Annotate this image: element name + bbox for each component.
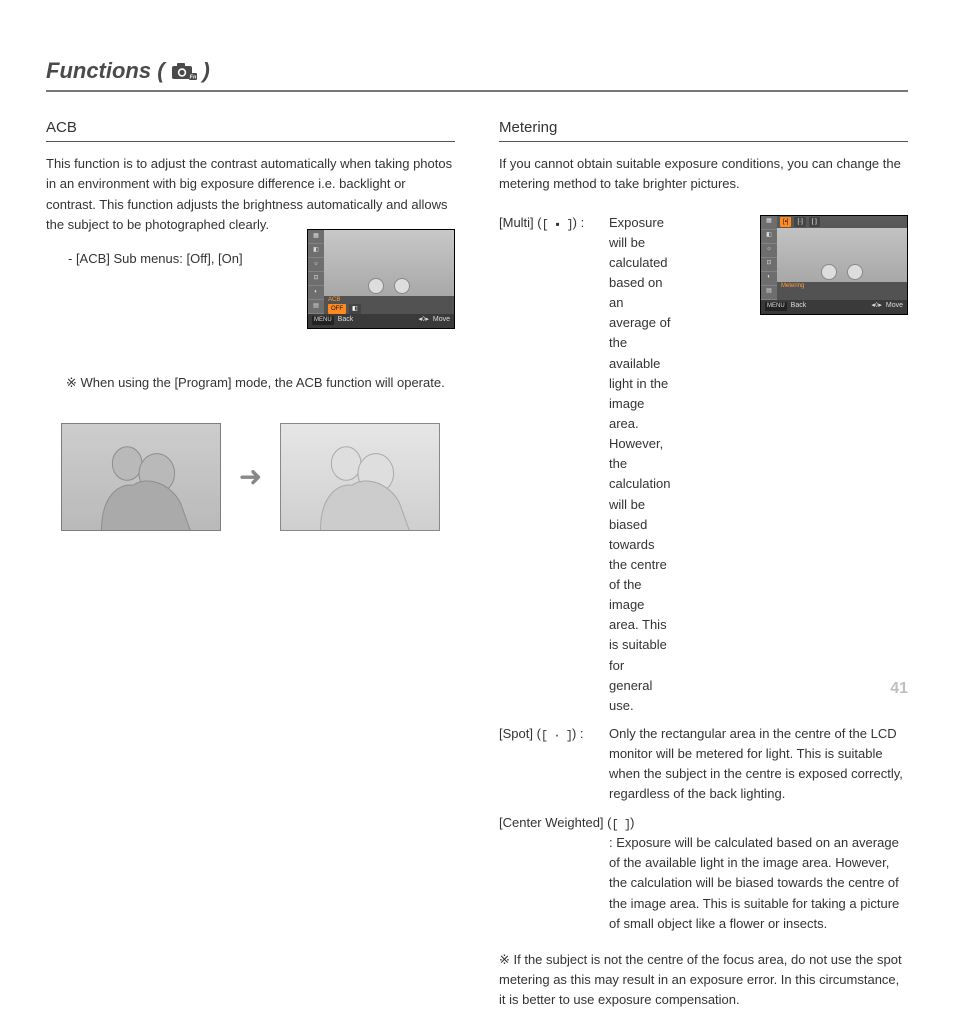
svg-text:Fn: Fn (189, 74, 196, 80)
camera-fn-icon: Fn (171, 62, 197, 80)
acb-chip-off: OFF (328, 304, 346, 314)
nav-arrows-icon: ◂◊▸ (871, 301, 882, 312)
metering-footnote: ※ If the subject is not the centre of th… (499, 950, 908, 1010)
page-title-prefix: Functions ( (46, 58, 165, 84)
metering-screen-side-icons: ▦◧☼⊡◐▤ (761, 216, 777, 300)
page-title-suffix: ) (203, 58, 210, 84)
left-column: ACB This function is to adjust the contr… (46, 116, 455, 1010)
metering-center-text: : Exposure will be calculated based on a… (609, 833, 908, 934)
sample-photo-before (61, 423, 221, 531)
acb-screen-option-bar: ACB OFF ◧ (324, 296, 454, 314)
acb-back-label: Back (338, 315, 354, 326)
metering-move-label: Move (886, 301, 903, 312)
acb-move-label: Move (433, 315, 450, 326)
metering-item-center: [Center Weighted] ([ ]) : Exposure will … (499, 813, 908, 934)
metering-back-label: Back (791, 301, 807, 312)
right-column: Metering If you cannot obtain suitable e… (499, 116, 908, 1010)
section-heading-acb: ACB (46, 116, 455, 142)
multi-metering-icon: [ ▪ ] (542, 216, 573, 235)
center-weighted-metering-icon: [ ] (611, 816, 630, 835)
section-heading-metering: Metering (499, 116, 908, 142)
arrow-right-icon: ➜ (239, 455, 262, 498)
spot-metering-icon: [ · ] (541, 727, 572, 746)
page-title: Functions ( Fn ) (46, 58, 908, 92)
acb-screen-preview: ▦◧☼⊡◐▤ ACB OFF ◧ (307, 229, 455, 329)
metering-center-label: [Center Weighted] ( (499, 815, 611, 830)
metering-screen-bottom-bar: MENU Back ◂◊▸ Move (761, 300, 907, 314)
menu-icon: MENU (765, 302, 787, 311)
nav-arrows-icon: ◂◊▸ (418, 315, 429, 326)
acb-comparison-row: ➜ (46, 423, 455, 531)
acb-screen-photo (324, 230, 454, 296)
metering-chip-center: [ ] (809, 217, 820, 227)
metering-description: If you cannot obtain suitable exposure c… (499, 154, 908, 194)
metering-item-multi: [Multi] ([ ▪ ]) : Exposure will be calcu… (499, 213, 750, 717)
metering-spot-label: [Spot] ( (499, 726, 541, 741)
metering-spot-text: Only the rectangular area in the centre … (609, 724, 908, 805)
acb-description: This function is to adjust the contrast … (46, 154, 455, 235)
acb-screen-label: ACB (328, 297, 450, 303)
acb-submenu-text: - [ACB] Sub menus: [Off], [On] (68, 249, 291, 269)
metering-chip-spot: [·] (794, 217, 805, 227)
metering-footnote-text: ※ If the subject is not the centre of th… (499, 952, 902, 1007)
metering-multi-label: [Multi] ( (499, 215, 542, 230)
metering-chip-multi: [▪] (780, 217, 791, 227)
acb-program-note: ※ When using the [Program] mode, the ACB… (66, 373, 455, 393)
menu-icon: MENU (312, 316, 334, 325)
metering-item-spot: [Spot] ([ · ]) : Only the rectangular ar… (499, 724, 908, 805)
acb-screen-side-icons: ▦◧☼⊡◐▤ (308, 230, 324, 314)
metering-screen-label: Metering (781, 283, 903, 289)
acb-screen-bottom-bar: MENU Back ◂◊▸ Move (308, 314, 454, 328)
page-number: 41 (890, 680, 908, 698)
metering-screen-option-bar: Metering (777, 282, 907, 300)
metering-screen-preview: ▦◧☼⊡◐▤ Metering [▪] [·] (760, 215, 908, 315)
acb-chip-on: ◧ (349, 304, 361, 314)
metering-screen-top-chips: [▪] [·] [ ] (777, 216, 907, 228)
sample-photo-after (280, 423, 440, 531)
